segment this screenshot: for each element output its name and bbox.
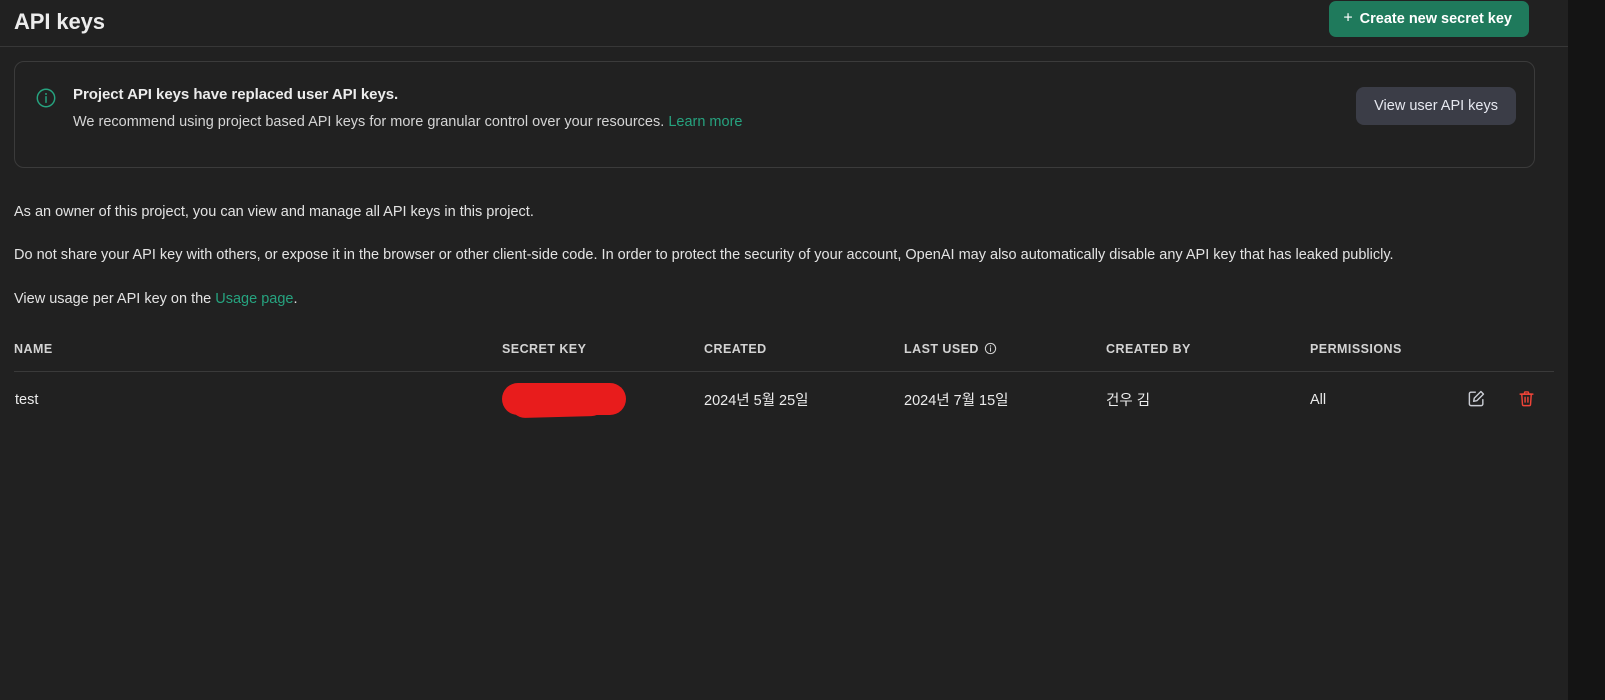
column-header-last-used: LAST USED xyxy=(904,342,1106,356)
cell-secret-key xyxy=(502,372,704,427)
column-header-secret-key: SECRET KEY xyxy=(502,341,587,356)
usage-page-link[interactable]: Usage page xyxy=(215,291,293,307)
banner-body: Project API keys have replaced user API … xyxy=(73,85,1356,133)
table-row: test 2024년 5월 25일 2024년 7월 15일 건우 김 All xyxy=(14,372,1554,427)
security-warning-paragraph: Do not share your API key with others, o… xyxy=(14,247,1394,264)
api-keys-page: API keys + Create new secret key Project… xyxy=(0,0,1568,700)
page-right-gutter xyxy=(1568,0,1605,700)
api-keys-table: NAME SECRET KEY CREATED LAST USED CREATE… xyxy=(14,337,1554,427)
info-circle-icon[interactable] xyxy=(984,342,997,355)
delete-key-button[interactable] xyxy=(1516,390,1536,410)
view-user-api-keys-button[interactable]: View user API keys xyxy=(1356,87,1516,125)
cell-row-actions xyxy=(1460,390,1554,410)
cell-last-used-date: 2024년 7월 15일 xyxy=(904,393,1009,410)
project-keys-banner: Project API keys have replaced user API … xyxy=(14,61,1535,168)
table-header-row: NAME SECRET KEY CREATED LAST USED CREATE… xyxy=(14,337,1554,360)
banner-title: Project API keys have replaced user API … xyxy=(73,86,399,103)
learn-more-link[interactable]: Learn more xyxy=(668,114,742,130)
edit-pencil-square-icon xyxy=(1467,389,1486,411)
usage-paragraph-prefix: View usage per API key on the xyxy=(14,290,216,307)
column-header-created: CREATED xyxy=(704,341,767,356)
cell-created-date: 2024년 5월 25일 xyxy=(704,393,809,410)
edit-key-button[interactable] xyxy=(1466,390,1486,410)
column-header-last-used-label: LAST USED xyxy=(904,341,979,356)
cell-created-by: 건우 김 xyxy=(1106,393,1151,410)
column-header-permissions: PERMISSIONS xyxy=(1310,341,1402,356)
trash-icon xyxy=(1517,389,1536,411)
create-new-secret-key-label: Create new secret key xyxy=(1359,11,1512,27)
secret-key-redaction xyxy=(502,383,626,416)
owner-note-paragraph: As an owner of this project, you can vie… xyxy=(14,204,534,220)
cell-permissions: All xyxy=(1310,391,1327,408)
page-header: API keys + Create new secret key xyxy=(0,0,1568,47)
info-circle-icon xyxy=(35,87,57,109)
banner-description-text: We recommend using project based API key… xyxy=(73,114,665,130)
plus-icon: + xyxy=(1343,9,1353,27)
create-new-secret-key-button[interactable]: + Create new secret key xyxy=(1329,1,1529,37)
column-header-name: NAME xyxy=(14,341,53,356)
column-header-created-by: CREATED BY xyxy=(1106,341,1191,356)
cell-key-name: test xyxy=(15,391,39,408)
usage-paragraph: View usage per API key on the Usage page… xyxy=(14,288,1524,311)
page-title: API keys xyxy=(14,9,105,34)
usage-paragraph-suffix: . xyxy=(293,290,298,307)
banner-description: We recommend using project based API key… xyxy=(73,113,1356,133)
description-section: As an owner of this project, you can vie… xyxy=(14,201,1524,311)
